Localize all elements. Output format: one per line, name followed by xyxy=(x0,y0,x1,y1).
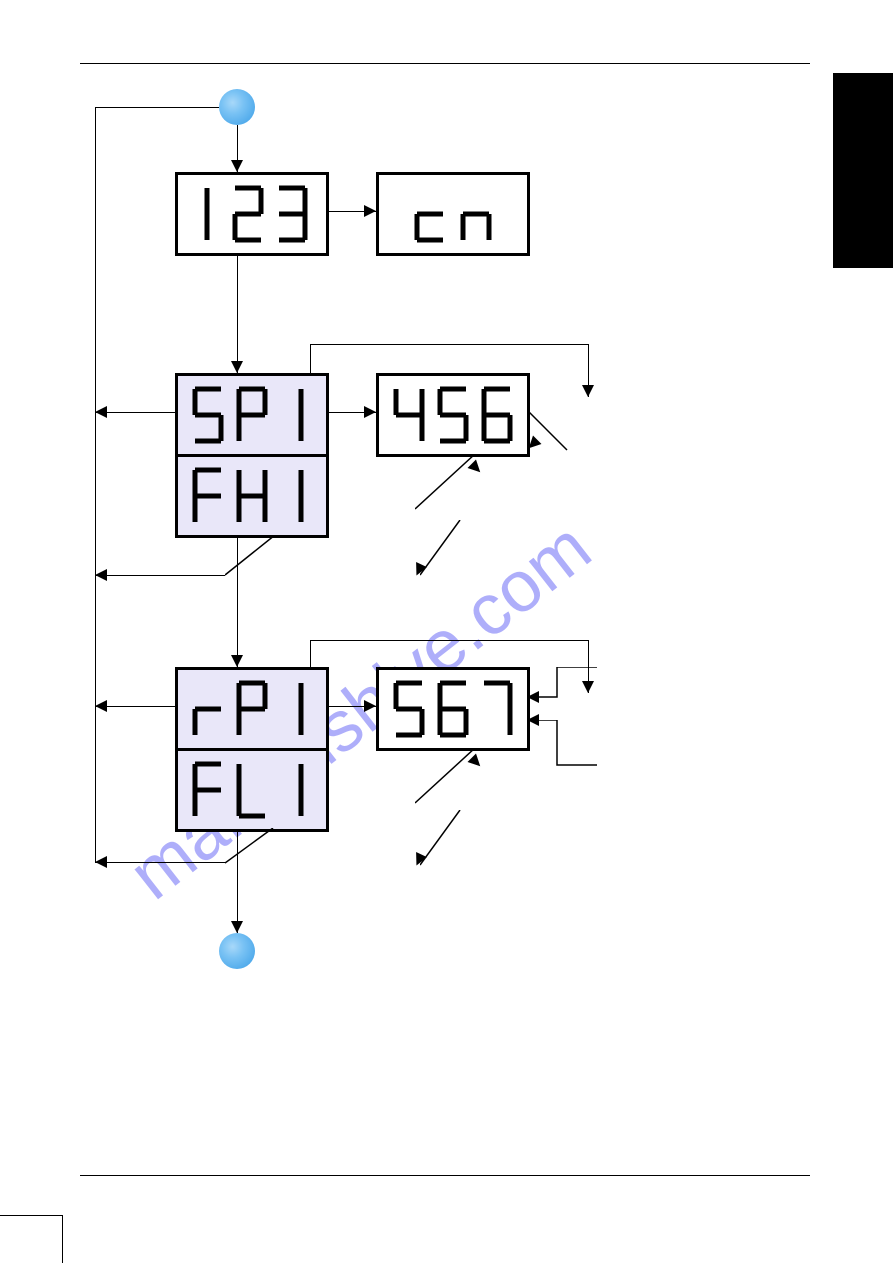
tick-567-b2 xyxy=(420,810,490,885)
end-circle xyxy=(219,933,255,969)
seg-fh1 xyxy=(187,464,317,528)
side-tab xyxy=(833,73,893,268)
tick-456-b2 xyxy=(420,520,490,595)
edge-sp1-left xyxy=(95,412,175,413)
arrow-123-sp1 xyxy=(231,361,243,373)
top-rule xyxy=(80,63,810,64)
arrow-sp1-456 xyxy=(364,406,376,418)
seg-cn xyxy=(403,182,503,246)
arrow-start-123 xyxy=(231,160,243,172)
seg-123 xyxy=(187,182,317,246)
footer-rule-v xyxy=(62,1215,63,1263)
seg-456 xyxy=(388,383,518,447)
fh1-tick xyxy=(225,535,285,595)
arrow-sp1-left xyxy=(95,406,107,418)
arrow-sp1-rp1 xyxy=(231,655,243,667)
lcd-567 xyxy=(376,667,530,751)
loop-567-in-h xyxy=(310,640,588,641)
tick-456-b1 xyxy=(415,454,505,529)
arrow-loop-456-in xyxy=(582,385,594,397)
arrow-fh1-left xyxy=(95,569,107,581)
edge-123-sp1 xyxy=(237,253,238,373)
arrow-567-top xyxy=(527,691,539,703)
left-bus xyxy=(95,107,96,863)
edge-fl1-left-h xyxy=(95,862,225,863)
arrow-123-cn xyxy=(364,205,376,217)
bus-to-start-h xyxy=(95,107,219,108)
seg-fl1 xyxy=(187,758,317,822)
arrow-fl1-left xyxy=(95,856,107,868)
edge-rp1-end xyxy=(237,829,238,933)
arrow-567-bot xyxy=(527,714,539,726)
bracket-567-top xyxy=(527,667,617,712)
edge-sp1-rp1 xyxy=(237,535,238,667)
lcd-123 xyxy=(175,172,329,256)
bottom-rule xyxy=(80,1175,810,1176)
lcd-rp1 xyxy=(175,667,329,751)
diagram-page: manualshive.com xyxy=(0,0,893,1263)
footer-rule-h xyxy=(0,1215,62,1216)
loop-567-in-v xyxy=(310,640,311,667)
seg-567 xyxy=(388,677,518,741)
lcd-cn xyxy=(376,172,530,256)
bracket-567-bot xyxy=(527,720,617,785)
lcd-fh1 xyxy=(175,454,329,538)
arrow-rp1-left xyxy=(95,700,107,712)
fl1-tick xyxy=(225,828,285,893)
lcd-sp1 xyxy=(175,373,329,457)
seg-rp1 xyxy=(187,677,317,741)
loop-456-in-h xyxy=(310,344,588,345)
arrow-rp1-end xyxy=(231,921,243,933)
loop-456-in-v xyxy=(310,344,311,373)
lcd-fl1 xyxy=(175,748,329,832)
edge-fh1-left-h xyxy=(95,575,225,576)
arrow-rp1-567 xyxy=(364,700,376,712)
edge-rp1-left xyxy=(95,706,175,707)
lcd-456 xyxy=(376,373,530,457)
start-circle xyxy=(219,89,255,125)
seg-sp1 xyxy=(187,383,317,447)
